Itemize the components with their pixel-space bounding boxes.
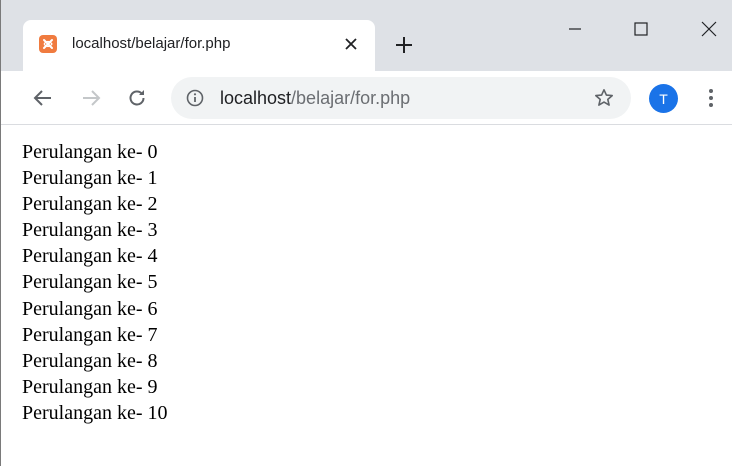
site-info-button[interactable] [185,88,205,108]
browser-window: localhost/belajar/for.php localhost/bela… [0,0,732,466]
maximize-icon [634,22,648,36]
window-close-button[interactable] [689,14,729,44]
reload-button[interactable] [123,84,151,112]
bookmark-star-icon [595,89,613,106]
output-line: Perulangan ke- 1 [22,167,158,190]
browser-menu-button[interactable] [701,84,721,112]
output-line: Perulangan ke- 10 [22,401,168,424]
page-content: Perulangan ke- 0 Perulangan ke- 1 Perula… [22,139,168,426]
minimize-button[interactable] [555,14,595,44]
url-host: localhost [220,88,292,108]
output-line: Perulangan ke- 7 [22,323,158,346]
kebab-menu-icon [709,89,713,107]
back-arrow-icon [33,90,51,106]
output-line: Perulangan ke- 5 [22,271,158,294]
tab-strip: localhost/belajar/for.php [1,0,732,71]
output-line: Perulangan ke- 2 [22,193,158,216]
plus-icon [396,37,412,53]
output-line: Perulangan ke- 4 [22,245,158,268]
url-path: /belajar/for.php [291,88,411,108]
forward-button[interactable] [77,84,105,112]
address-bar[interactable]: localhost/belajar/for.php [171,77,631,119]
maximize-button[interactable] [621,14,661,44]
tab-close-button[interactable] [340,33,362,55]
tab-title: localhost/belajar/for.php [72,35,231,52]
new-tab-button[interactable] [391,32,417,58]
back-button[interactable] [29,84,57,112]
url-text[interactable]: localhost/belajar/for.php [220,88,410,108]
toolbar: localhost/belajar/for.php T [1,71,732,125]
active-tab[interactable]: localhost/belajar/for.php [23,20,375,71]
output-line: Perulangan ke- 8 [22,349,158,372]
output-line: Perulangan ke- 9 [22,375,158,398]
output-line: Perulangan ke- 6 [22,297,158,320]
minimize-icon [569,28,581,30]
reload-icon [129,90,145,106]
xampp-icon [39,35,57,53]
forward-arrow-icon [83,90,101,106]
close-icon [701,21,717,37]
profile-avatar[interactable]: T [649,84,678,113]
output-line: Perulangan ke- 3 [22,219,158,242]
close-icon [345,38,357,50]
bookmark-button[interactable] [593,87,615,109]
output-line: Perulangan ke- 0 [22,141,158,163]
info-icon [186,89,204,107]
